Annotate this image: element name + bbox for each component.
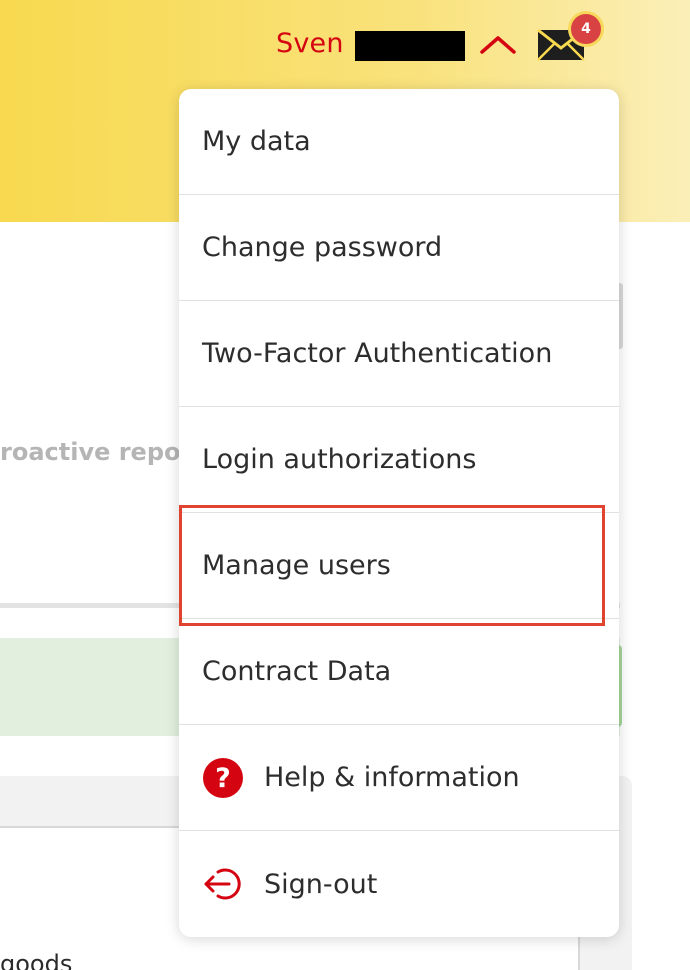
background-text: roactive report bbox=[0, 438, 204, 466]
menu-item-label: Contract Data bbox=[202, 656, 392, 687]
help-icon: ? bbox=[202, 757, 244, 799]
menu-item-sign-out[interactable]: Sign-out bbox=[179, 831, 619, 937]
menu-item-manage-users[interactable]: Manage users bbox=[179, 513, 619, 619]
menu-item-label: Change password bbox=[202, 232, 443, 263]
redacted-surname bbox=[355, 31, 465, 61]
menu-item-two-factor-authentication[interactable]: Two-Factor Authentication bbox=[179, 301, 619, 407]
menu-item-label: Two-Factor Authentication bbox=[202, 338, 553, 369]
notification-badge: 4 bbox=[568, 11, 604, 47]
menu-item-label: Sign-out bbox=[264, 868, 378, 900]
menu-item-contract-data[interactable]: Contract Data bbox=[179, 619, 619, 725]
menu-item-label: Login authorizations bbox=[202, 444, 477, 475]
svg-text:?: ? bbox=[215, 763, 231, 794]
menu-item-label: My data bbox=[202, 126, 311, 157]
background-text-bottom: goods bbox=[0, 950, 73, 970]
menu-item-label: Help & information bbox=[264, 762, 520, 793]
chevron-up-icon[interactable] bbox=[478, 30, 518, 58]
menu-item-login-authorizations[interactable]: Login authorizations bbox=[179, 407, 619, 513]
sign-out-icon bbox=[202, 863, 244, 905]
menu-item-my-data[interactable]: My data bbox=[179, 89, 619, 195]
user-dropdown-menu: My data Change password Two-Factor Authe… bbox=[179, 89, 619, 937]
menu-item-change-password[interactable]: Change password bbox=[179, 195, 619, 301]
menu-item-help-information[interactable]: ? Help & information bbox=[179, 725, 619, 831]
menu-item-label: Manage users bbox=[202, 550, 391, 581]
